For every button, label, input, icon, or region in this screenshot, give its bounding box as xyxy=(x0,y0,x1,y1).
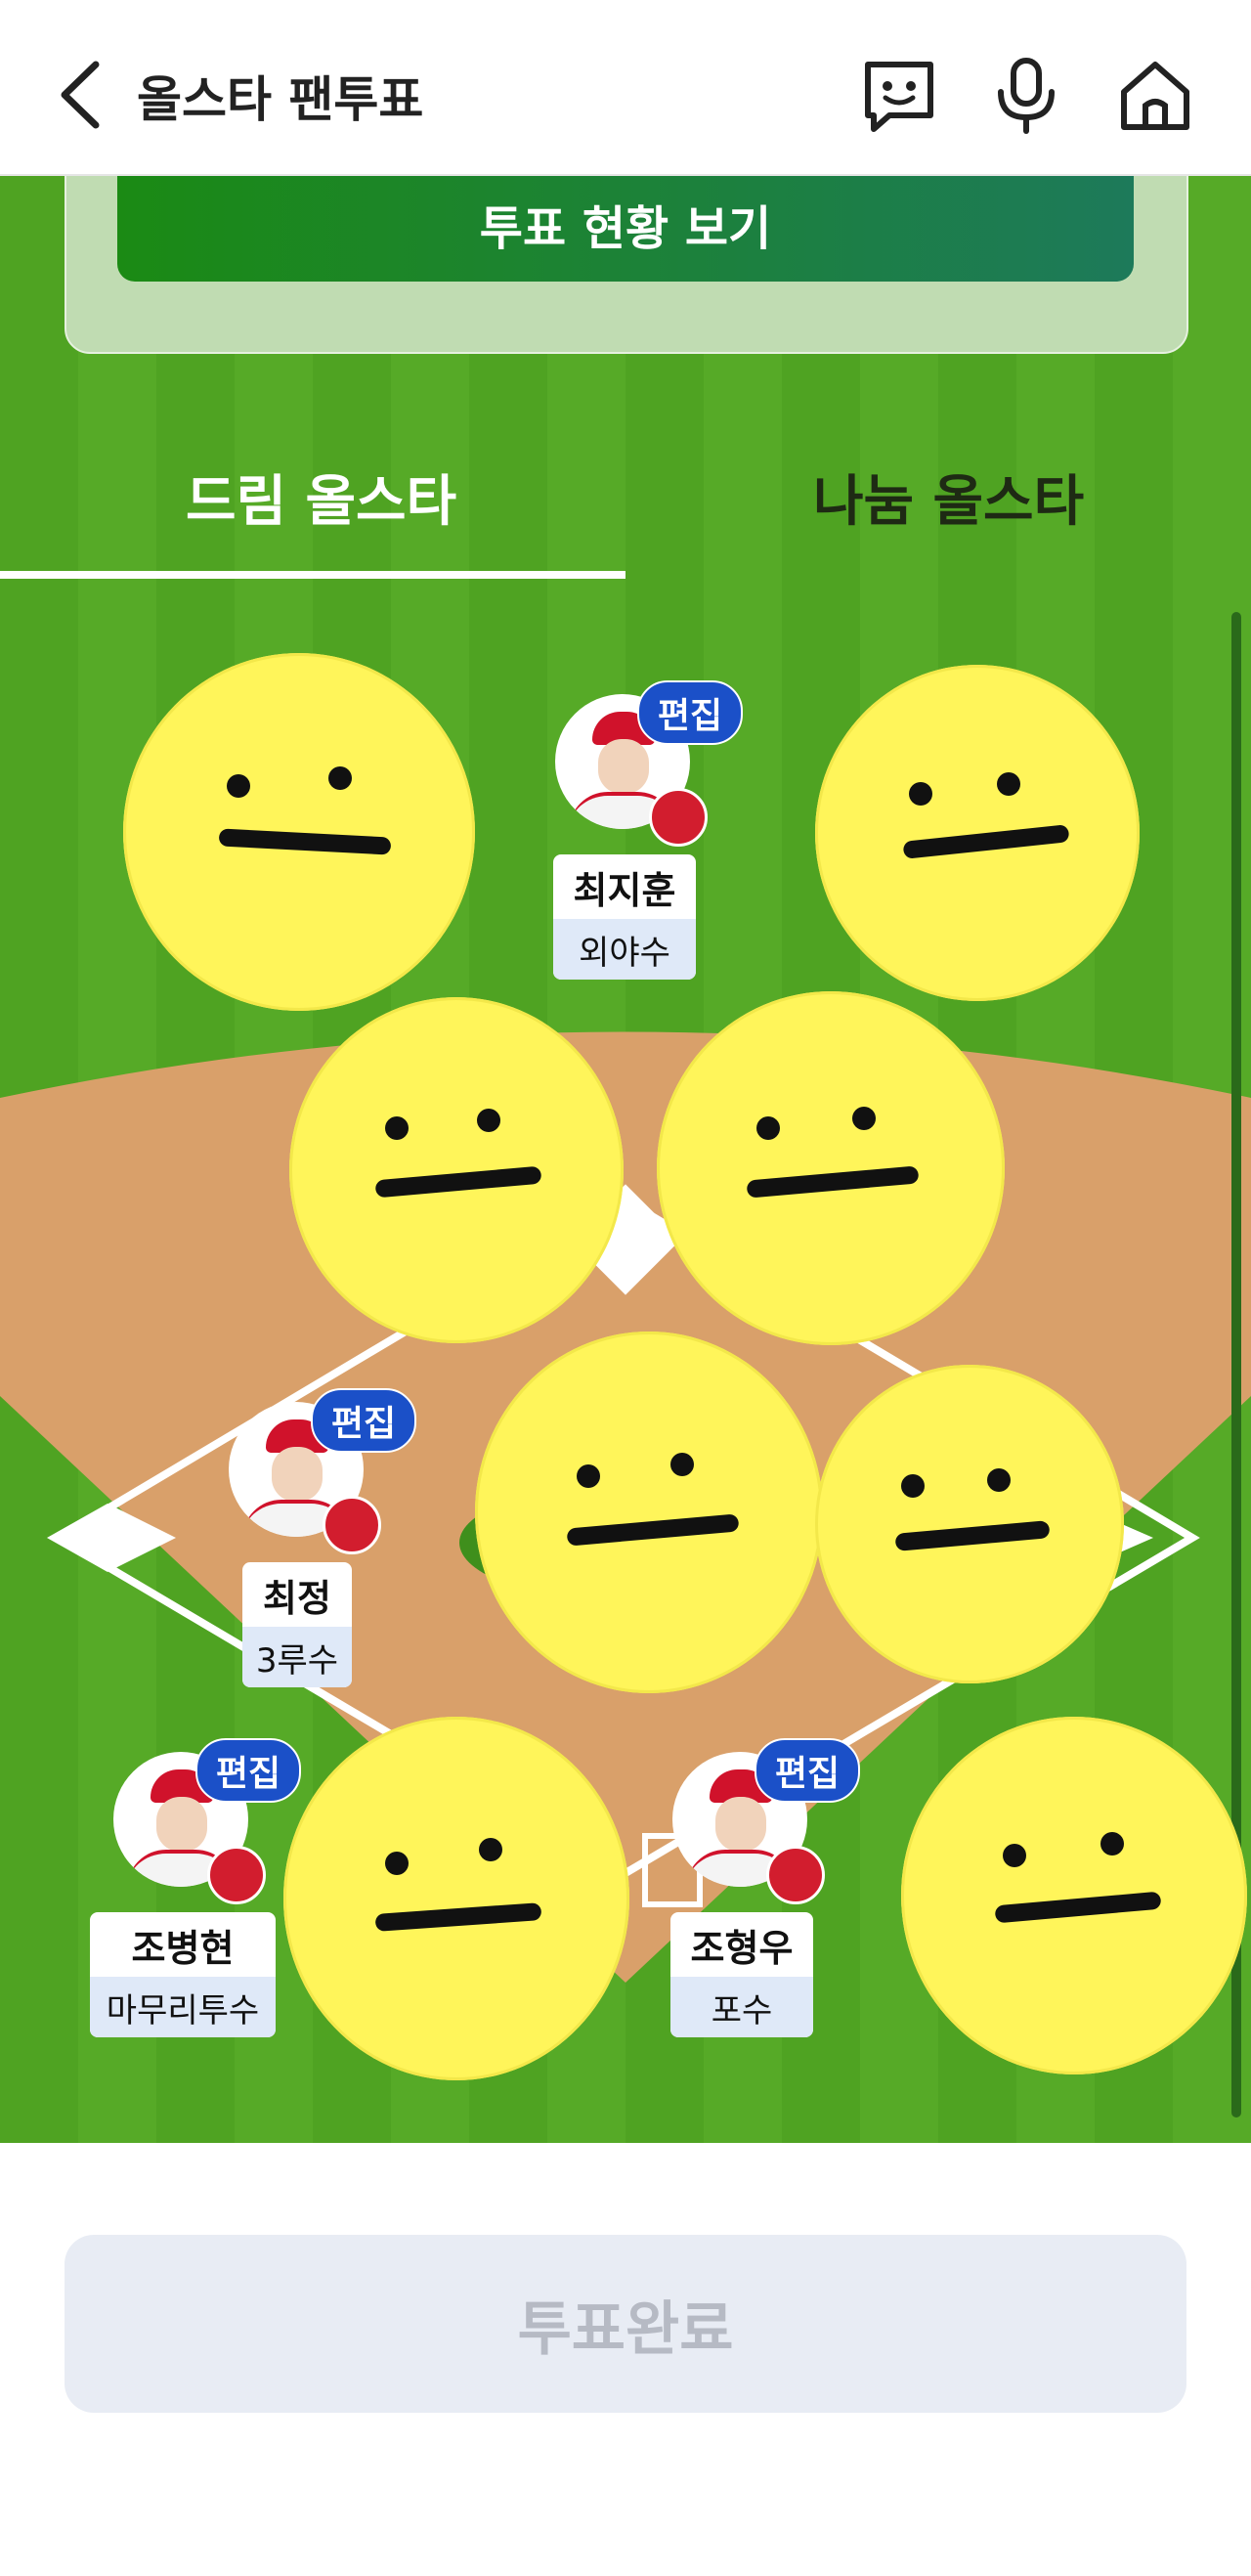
chevron-left-icon[interactable] xyxy=(55,59,109,131)
home-icon[interactable] xyxy=(1116,57,1194,135)
page-title: 올스타 팬투표 xyxy=(137,71,424,128)
emoji-face-overlay xyxy=(657,991,1005,1345)
edit-button[interactable]: 편집 xyxy=(311,1388,416,1453)
team-logo-icon xyxy=(207,1846,266,1904)
player-name: 조형우 xyxy=(690,1926,794,1970)
player-label: 조병현 마무리투수 xyxy=(90,1912,276,2037)
team-logo-icon xyxy=(323,1496,381,1554)
emoji-face-overlay xyxy=(815,1365,1124,1683)
microphone-icon[interactable] xyxy=(987,57,1065,135)
player-position: 마무리투수 xyxy=(90,1977,276,2037)
player-position: 포수 xyxy=(670,1977,813,2037)
submit-vote-button[interactable]: 투표완료 xyxy=(65,2235,1186,2413)
player-label: 조형우 포수 xyxy=(670,1912,813,2037)
player-name: 최정 xyxy=(263,1576,331,1620)
player-label: 최정 3루수 xyxy=(242,1562,352,1687)
emoji-face-overlay xyxy=(289,997,624,1343)
player-label: 최지훈 외야수 xyxy=(553,854,696,980)
emoji-face-overlay xyxy=(901,1717,1247,2074)
player-name: 최지훈 xyxy=(573,868,676,912)
player-position: 외야수 xyxy=(553,919,696,980)
app-header: 올스타 팬투표 xyxy=(0,0,1251,176)
chatbot-icon[interactable] xyxy=(860,57,938,135)
emoji-face-overlay xyxy=(283,1717,629,2080)
emoji-face-overlay xyxy=(475,1332,823,1693)
ballpark-field: 투표 현황 보기 드림 올스타 나눔 올스타 편집 최지훈 외야수 편집 최정 xyxy=(0,174,1251,2143)
team-logo-icon xyxy=(766,1846,825,1904)
emoji-face-overlay xyxy=(815,665,1140,1001)
edit-button[interactable]: 편집 xyxy=(755,1738,860,1803)
emoji-face-overlay xyxy=(123,653,475,1011)
team-logo-icon xyxy=(649,788,708,847)
edit-button[interactable]: 편집 xyxy=(195,1738,301,1803)
player-position: 3루수 xyxy=(242,1627,352,1687)
player-name: 조병현 xyxy=(131,1926,235,1970)
edit-button[interactable]: 편집 xyxy=(637,680,743,745)
